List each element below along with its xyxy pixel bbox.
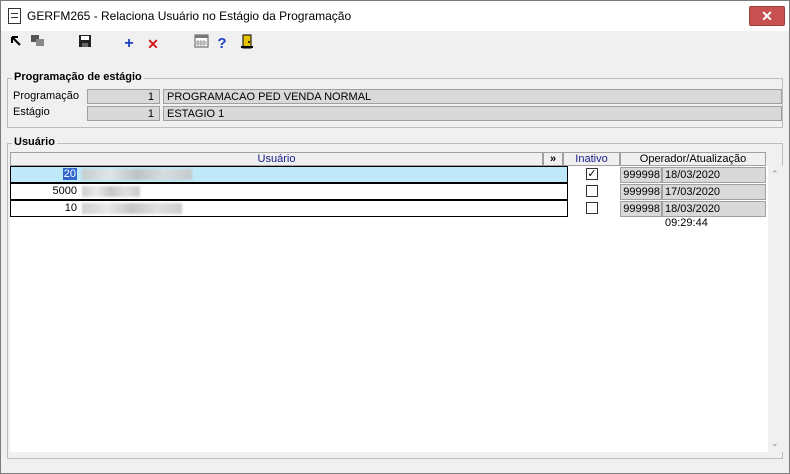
operador-cell: 999998	[620, 184, 662, 200]
inativo-checkbox[interactable]: ✓	[586, 168, 598, 180]
close-button[interactable]: ✕	[749, 6, 785, 26]
add-button[interactable]: +	[119, 34, 139, 54]
inativo-column-header[interactable]: Inativo	[563, 152, 620, 166]
user-name-redacted	[82, 203, 182, 214]
atualizacao-cell: 18/03/2020 09:29:44	[662, 201, 766, 229]
row-id: 20	[62, 168, 77, 180]
operador-column-header[interactable]: Operador/Atualização	[620, 152, 766, 166]
window-title: GERFM265 - Relaciona Usuário no Estágio …	[27, 9, 352, 23]
programacao-group-title: Programação de estágio	[12, 71, 144, 83]
help-button[interactable]: ?	[212, 34, 232, 54]
navigate-button[interactable]	[6, 34, 26, 54]
atualizacao-cell: 17/03/2020 14:09:15	[662, 184, 766, 212]
estagio-label: Estágio	[13, 106, 50, 118]
document-icon	[8, 8, 21, 24]
save-icon	[79, 35, 91, 47]
expand-column-button[interactable]: »	[543, 152, 563, 166]
usuario-group-title: Usuário	[12, 136, 57, 148]
save-button[interactable]	[75, 34, 95, 54]
exit-door-icon	[241, 34, 253, 49]
vertical-scrollbar[interactable]: ⌃ ⌄	[768, 166, 783, 452]
programacao-code-field: 1	[87, 89, 160, 104]
programacao-desc-field: PROGRAMACAO PED VENDA NORMAL	[163, 89, 782, 104]
operador-cell: 999998	[620, 167, 662, 183]
calendar-icon	[194, 34, 208, 48]
row-id: 10	[64, 202, 77, 214]
table-row[interactable]: 20	[10, 166, 568, 183]
table-row[interactable]: 10	[10, 200, 568, 217]
programacao-label: Programação	[13, 90, 80, 102]
delete-button[interactable]: ✕	[143, 34, 163, 54]
help-icon: ?	[217, 35, 227, 52]
inativo-checkbox[interactable]	[586, 202, 598, 214]
user-name-redacted	[82, 169, 192, 180]
estagio-code-field: 1	[87, 106, 160, 121]
table-row[interactable]: 5000	[10, 183, 568, 200]
usuario-column-header[interactable]: Usuário	[10, 152, 543, 166]
copy-icon	[31, 35, 44, 46]
calendar-button[interactable]	[191, 34, 211, 54]
exit-button[interactable]	[237, 34, 257, 54]
title-bar: GERFM265 - Relaciona Usuário no Estágio …	[1, 1, 789, 31]
copy-button[interactable]	[28, 34, 48, 54]
operador-cell: 999998	[620, 201, 662, 217]
atualizacao-cell: 18/03/2020 09:04:43	[662, 167, 766, 195]
scroll-down-arrow-icon[interactable]: ⌄	[771, 438, 779, 449]
delete-icon: ✕	[147, 36, 159, 52]
navigate-icon	[11, 36, 21, 46]
programacao-group: Programação de estágio Programação 1 PRO…	[7, 71, 783, 128]
add-icon: +	[124, 35, 134, 52]
row-id: 5000	[52, 185, 77, 197]
scroll-up-arrow-icon[interactable]: ⌃	[771, 169, 779, 180]
user-name-redacted	[82, 186, 140, 197]
main-window: GERFM265 - Relaciona Usuário no Estágio …	[0, 0, 790, 474]
usuario-grid: 20 5000 10 ✓ 999998 18/03/2020 09:04:43 …	[10, 166, 768, 452]
estagio-desc-field: ESTAGIO 1	[163, 106, 782, 121]
inativo-checkbox[interactable]	[586, 185, 598, 197]
toolbar: + ✕ ?	[1, 31, 789, 57]
